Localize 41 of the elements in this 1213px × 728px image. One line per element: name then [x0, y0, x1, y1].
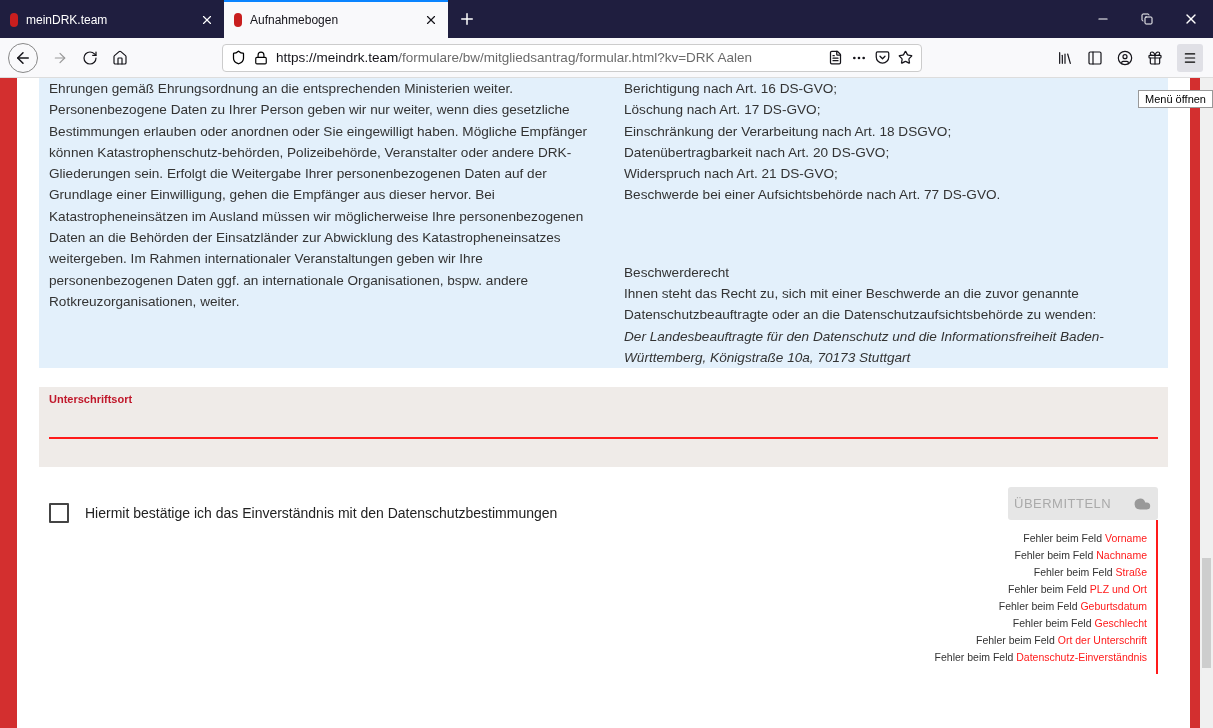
favicon-icon	[10, 13, 18, 27]
star-icon[interactable]	[898, 50, 913, 65]
reader-view-icon[interactable]	[828, 50, 843, 65]
authority-address: Der Landesbeauftragte für den Datenschutz und die Informationsfreiheit Baden-Württemberg, Königstraße 10a, 70173 Stuttgart	[624, 327, 1105, 367]
consent-checkbox[interactable]	[49, 503, 69, 524]
home-icon[interactable]	[112, 49, 128, 66]
account-icon[interactable]	[1117, 49, 1133, 66]
gift-icon[interactable]	[1147, 49, 1163, 66]
error-message: Fehler beim Feld Datenschutz-Einverständnis	[934, 650, 1147, 666]
tooltip: Menü öffnen	[1138, 90, 1213, 108]
complaint-heading: Beschwerderecht	[624, 263, 731, 282]
error-message: Fehler beim Feld Vorname	[1023, 531, 1147, 547]
shield-icon	[231, 50, 246, 65]
error-message: Fehler beim Feld Straße	[1033, 565, 1147, 581]
lock-icon	[254, 50, 268, 65]
rights-item: Widerspruch nach Art. 21 DS-GVO;	[624, 165, 839, 184]
sidebar-icon[interactable]	[1087, 49, 1103, 66]
pocket-icon[interactable]	[875, 50, 890, 65]
close-tab-icon[interactable]	[424, 13, 438, 27]
error-message: Fehler beim Feld PLZ und Ort	[1008, 582, 1147, 598]
rights-item: Einschränkung der Verarbeitung nach Art. 18 DSGVO;	[624, 122, 953, 141]
consent-label: Hiermit bestätige ich das Einverständnis mit den Datenschutzbestimmungen	[85, 505, 558, 522]
browser-tab[interactable]: Aufnahmebogen	[224, 0, 448, 38]
info-paragraph: Personenbezogene Daten zu Ihrer Person geben wir nur weiter, wenn dies gesetzliche Bestimmungen erlauben oder anordnen oder Sie eingewilligt haben. Mögliche Empfänger können Katastrophenschutz-behörden, Polizeibehörde, Veranstalter oder andere DRK-Gliederungen sein. Erfolgt die Weitergabe Ihrer personenbezogenen Daten auf der Grundlage einer Einwilligung, gehen die Empfänger aus dieser hervor. Bei Katastropheneinsätzen im Ausland müssen wir möglicherweise Ihre personenbezogenen Daten an die Behörden der Einsatzländer zur Abwicklung des Katastropheneinsatzes weitergeben. Im Rahmen internationaler Veranstaltungen geben wir Ihre personenbezogenen Daten ggf. an internationale Organisationen, bspw. andere Rotkreuzorganisationen, weiter.	[49, 101, 589, 311]
close-tab-icon[interactable]	[200, 13, 214, 27]
complaint-paragraph: Ihnen steht das Recht zu, sich mit einer Beschwerde an die zuvor genannte Datenschutzbeauftragte oder an die Datenschutzaufsichtsbehörde zu wenden:	[624, 285, 1098, 325]
rights-item: Beschwerde bei einer Aufsichtsbehörde nach Art. 77 DS-GVO.	[624, 186, 1002, 205]
rights-item: Datenübertragbarkeit nach Art. 20 DS-GVO;	[624, 143, 891, 162]
menu-button[interactable]	[1177, 43, 1203, 72]
favicon-icon	[234, 13, 242, 27]
info-paragraph: Ehrungen gemäß Ehrungsordnung an die entsprechenden Ministerien weiter.	[49, 80, 514, 98]
signature-place-field[interactable]: Unterschriftsort	[39, 387, 1168, 468]
field-label: Unterschriftsort	[49, 393, 134, 406]
error-message: Fehler beim Feld Nachname	[1014, 548, 1147, 564]
reload-icon[interactable]	[82, 49, 98, 66]
error-message: Fehler beim Feld Geschlecht	[1012, 616, 1147, 632]
browser-tab[interactable]: meinDRK.team	[0, 0, 224, 38]
library-icon[interactable]	[1057, 49, 1073, 66]
error-message: Fehler beim Feld Geburtsdatum	[998, 599, 1147, 615]
address-bar[interactable]: https://meindrk.team/formulare/bw/mitgliedsantrag/formular.html?kv=DRK Aalen	[222, 43, 922, 72]
error-message: Fehler beim Feld Ort der Unterschrift	[976, 633, 1147, 649]
